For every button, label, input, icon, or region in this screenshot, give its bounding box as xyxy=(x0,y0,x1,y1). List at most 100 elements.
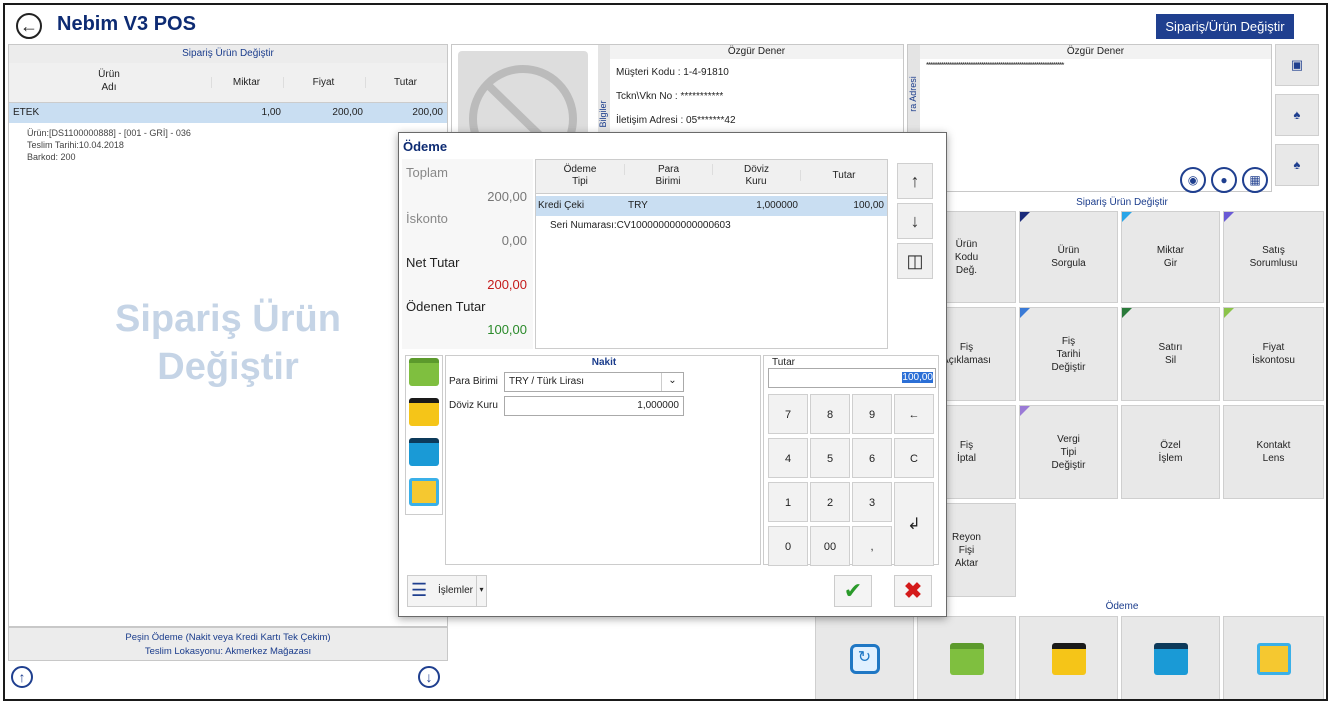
key-comma[interactable]: , xyxy=(852,526,892,566)
cash-icon[interactable] xyxy=(409,358,439,386)
currency-select[interactable]: TRY / Türk Lirası ⌄ xyxy=(504,372,684,392)
payment-method-text: Peşin Ödeme (Nakit veya Kredi Kartı Tek … xyxy=(125,632,331,643)
col-doviz-kuru-2: Kuru xyxy=(745,176,767,187)
tile-label: Fiyat İskontosu xyxy=(1252,342,1295,366)
gift-card-icon[interactable] xyxy=(409,438,439,466)
table-row[interactable]: ETEK 1,00 200,00 200,00 xyxy=(9,103,447,123)
location-pin-icon[interactable]: ◉ xyxy=(1180,167,1206,193)
col-para-birimi-2: Birimi xyxy=(655,176,681,187)
operations-menu[interactable]: ☰ İşlemler ▾ xyxy=(407,575,487,607)
key-6[interactable]: 6 xyxy=(852,438,892,478)
corner-marker xyxy=(1020,308,1030,318)
toplam-value: 200,00 xyxy=(487,189,527,204)
col-doviz-kuru-1: Döviz xyxy=(712,164,800,175)
key-8[interactable]: 8 xyxy=(810,394,850,434)
special-operation-button[interactable]: Özel İşlem xyxy=(1121,405,1220,499)
move-down-icon[interactable]: ↓ xyxy=(897,203,933,239)
scroll-down-icon[interactable]: ↓ xyxy=(418,666,440,688)
key-1[interactable]: 1 xyxy=(768,482,808,522)
cash-section-title: Nakit xyxy=(591,357,617,368)
product-query-button[interactable]: Ürün Sorgula xyxy=(1019,211,1118,303)
payment-dialog: Ödeme Toplam 200,00 İskonto 0,00 Net Tut… xyxy=(398,132,947,617)
payments-header: Ödeme Tipi Para Birimi Döviz Kuru Tutar xyxy=(536,160,887,194)
delivery-location-text: Teslim Lokasyonu: Akmerkez Mağazası xyxy=(144,646,312,657)
tile-label: Fiş Tarihi Değiştir xyxy=(1051,335,1086,373)
price-discount-button[interactable]: Fiyat İskontosu xyxy=(1223,307,1324,401)
tile-label: Ürün Sorgula xyxy=(1051,245,1086,269)
key-5[interactable]: 5 xyxy=(810,438,850,478)
customer-contact: İletişim Adresi : 05*******42 xyxy=(616,115,736,126)
chevron-down-icon: ⌄ xyxy=(661,373,683,391)
corner-marker xyxy=(1224,308,1234,318)
address-side-label: ra Adresi xyxy=(908,76,918,112)
key-9[interactable]: 9 xyxy=(852,394,892,434)
panel-title: Sipariş Ürün Değiştir xyxy=(9,45,447,63)
col-tutar: Tutar xyxy=(365,77,445,88)
delete-row-button[interactable]: Satırı Sil xyxy=(1121,307,1220,401)
toplam-label: Toplam xyxy=(406,165,448,180)
odenen-tutar-label: Ödenen Tutar xyxy=(406,299,486,314)
watermark-line: Değiştir xyxy=(157,346,299,388)
gift-card-icon xyxy=(1153,642,1188,675)
key-0[interactable]: 0 xyxy=(768,526,808,566)
credit-card-icon[interactable] xyxy=(409,398,439,426)
voucher-payment-button[interactable] xyxy=(1223,616,1324,699)
enter-quantity-button[interactable]: Miktar Gir xyxy=(1121,211,1220,303)
col-miktar: Miktar xyxy=(211,77,281,88)
exchange-rate-field[interactable]: 1,000000 xyxy=(504,396,684,416)
chevron-down-icon: ▾ xyxy=(476,576,486,606)
dialog-title: Ödeme xyxy=(403,139,448,154)
key-3[interactable]: 3 xyxy=(852,482,892,522)
right-customer-name: Özgür Dener xyxy=(920,45,1271,59)
key-2[interactable]: 2 xyxy=(810,482,850,522)
user-settings-icon[interactable]: ♠ xyxy=(1275,94,1319,136)
confirm-icon[interactable]: ✔ xyxy=(834,575,872,607)
key-4[interactable]: 4 xyxy=(768,438,808,478)
user-search-icon[interactable]: ♠ xyxy=(1275,144,1319,186)
gift-card-payment-button[interactable] xyxy=(1121,616,1220,699)
amount-label: Tutar xyxy=(772,357,795,368)
amount-input[interactable]: 100,00 xyxy=(768,368,936,388)
tile-label: Miktar Gir xyxy=(1156,245,1185,269)
backspace-key[interactable]: ← xyxy=(894,394,934,434)
change-tax-type-button[interactable]: Vergi Tipi Değiştir xyxy=(1019,405,1118,499)
corner-marker xyxy=(1224,212,1234,222)
move-up-icon[interactable]: ↑ xyxy=(897,163,933,199)
row-para-birimi: TRY xyxy=(628,200,648,211)
refresh-payment-button[interactable]: ↻ xyxy=(815,616,914,699)
change-receipt-date-button[interactable]: Fiş Tarihi Değiştir xyxy=(1019,307,1118,401)
scroll-up-icon[interactable]: ↑ xyxy=(11,666,33,688)
sales-rep-button[interactable]: Satış Sorumlusu xyxy=(1223,211,1324,303)
order-product-change-button[interactable]: Sipariş/Ürün Değiştir xyxy=(1156,14,1294,39)
detail-line: Teslim Tarihi:10.04.2018 xyxy=(27,140,124,150)
clear-key[interactable]: C xyxy=(894,438,934,478)
row-tutar: 100,00 xyxy=(853,200,884,211)
key-00[interactable]: 00 xyxy=(810,526,850,566)
voucher-icon[interactable] xyxy=(409,478,439,506)
corner-marker xyxy=(1122,212,1132,222)
enter-key[interactable]: ↲ xyxy=(894,482,934,566)
corner-marker xyxy=(1020,406,1030,416)
credit-card-payment-button[interactable] xyxy=(1019,616,1118,699)
net-tutar-label: Net Tutar xyxy=(406,255,460,270)
keyboard-icon[interactable]: ▦ xyxy=(1242,167,1268,193)
cash-payment-button[interactable] xyxy=(917,616,1016,699)
voucher-icon xyxy=(1256,642,1291,675)
address-masked: ****************************************… xyxy=(926,61,1064,70)
close-icon[interactable]: ✖ xyxy=(894,575,932,607)
key-7[interactable]: 7 xyxy=(768,394,808,434)
table-header: Ürün Adı Miktar Fiyat Tutar xyxy=(9,63,447,103)
contact-lens-button[interactable]: Kontakt Lens xyxy=(1223,405,1324,499)
row-tutar: 200,00 xyxy=(412,107,443,118)
id-card-icon[interactable]: ▣ xyxy=(1275,44,1319,86)
payments-table: Ödeme Tipi Para Birimi Döviz Kuru Tutar … xyxy=(535,159,888,349)
table-row[interactable]: Kredi Çeki TRY 1,000000 100,00 xyxy=(536,196,887,216)
function-grid-title: Sipariş Ürün Değiştir xyxy=(1076,197,1168,208)
detail-line: Barkod: 200 xyxy=(27,152,76,162)
detail-line: Ürün:[DS1100000888] - [001 - GRİ] - 036 xyxy=(27,128,191,138)
back-arrow-icon[interactable]: ← xyxy=(16,13,42,39)
trash-icon[interactable]: ◫ xyxy=(897,243,933,279)
currency-value: TRY / Türk Lirası xyxy=(509,376,585,387)
group-icon[interactable]: ● xyxy=(1211,167,1237,193)
col-para-birimi-1: Para xyxy=(624,164,712,175)
